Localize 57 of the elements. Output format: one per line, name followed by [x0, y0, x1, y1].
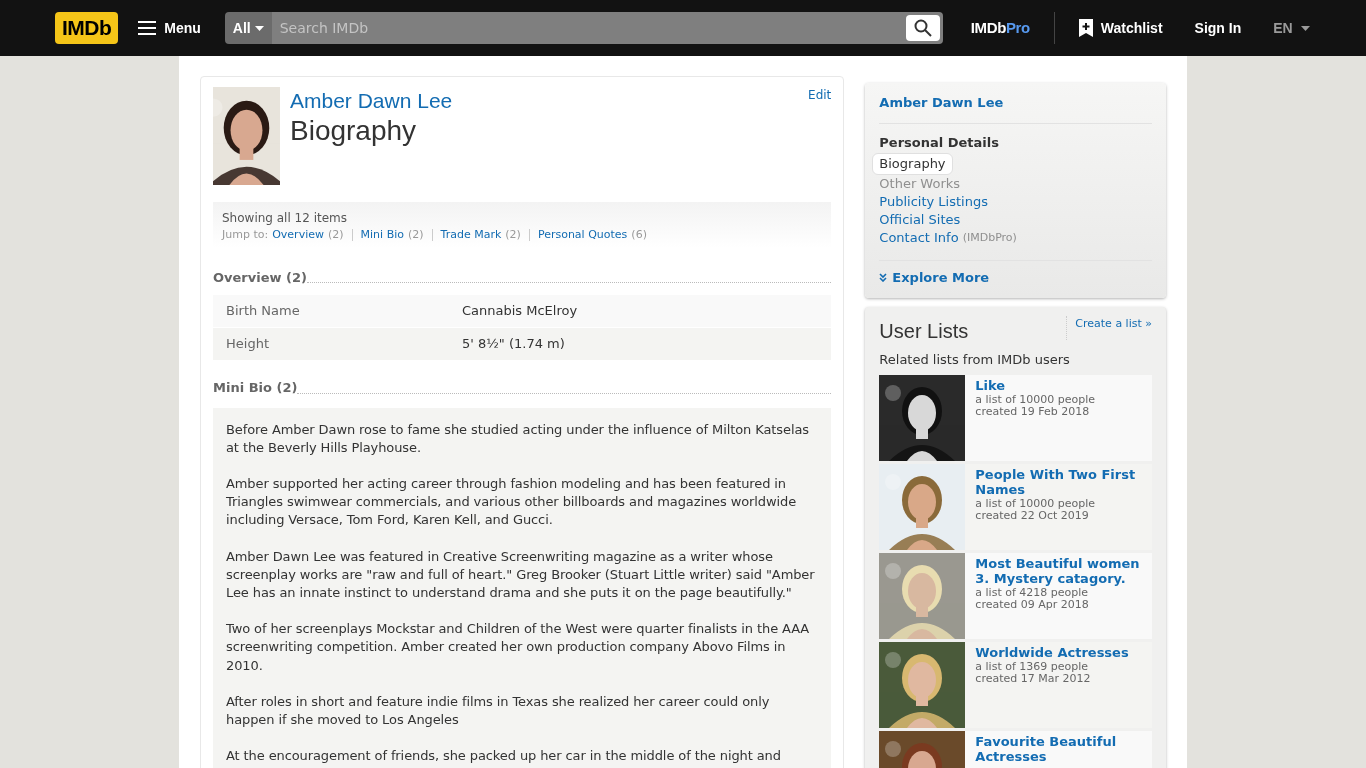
- jump-count: (2): [327, 227, 344, 243]
- sidebar-section-title: Personal Details: [879, 133, 1000, 152]
- list-created: created 19 Feb 2018: [975, 406, 1091, 418]
- name-link[interactable]: Amber Dawn Lee: [290, 88, 809, 114]
- search-field[interactable]: Search IMDb: [271, 12, 903, 44]
- page-title: Biography: [290, 114, 418, 148]
- list-title[interactable]: Most Beautiful women 3. Mystery catagory.: [975, 556, 1148, 586]
- list-created: created 09 Apr 2018: [975, 599, 1090, 611]
- user-lists-subtitle: Related lists from IMDb users: [879, 350, 1071, 369]
- jump-label: Jump to:: [222, 227, 269, 243]
- list-title[interactable]: People With Two First Names: [975, 467, 1148, 497]
- bio-paragraph: Two of her screenplays Mockstar and Children of the West were quarter finalists in the AAA screenwriting competition. Amber created her own production company Abovo Films in 2010.: [226, 620, 811, 675]
- detail-value: Cannabis McElroy: [462, 302, 578, 321]
- list-title[interactable]: Worldwide Actresses: [975, 645, 1129, 660]
- sidebar-link[interactable]: Biography: [872, 153, 953, 175]
- bio-paragraph: Before Amber Dawn rose to fame she studied acting under the influence of Milton Katselas at the Beverly Hills Playhouse.: [226, 420, 810, 457]
- detail-label: Height: [225, 335, 270, 354]
- imdbpro-link[interactable]: IMDbPro: [970, 16, 1030, 40]
- jump-count: (2): [505, 227, 521, 243]
- logo[interactable]: IMDb: [55, 12, 119, 44]
- jump-count: (6): [631, 227, 647, 243]
- sidebar-link[interactable]: Official Sites: [879, 211, 961, 229]
- explore-more-link[interactable]: Explore More: [879, 268, 1152, 288]
- jump-link[interactable]: Trade Mark: [440, 227, 502, 244]
- create-list-link[interactable]: Create a list »: [1066, 315, 1152, 340]
- search-scope-dropdown[interactable]: All: [224, 12, 272, 44]
- watchlist-button[interactable]: Watchlist: [1078, 17, 1163, 39]
- list-size: a list of 4218 people: [975, 587, 1090, 599]
- bio-paragraph: Amber Dawn Lee was featured in Creative Screenwriting magazine as a writer whose screenplay works are "raw and full of heart." Greg Brooker (Stuart Little writer) said "Amber Lee has an innate instinct to understand drama and she puts it on the page beautifully.": [226, 547, 816, 602]
- list-created: created 22 Oct 2019: [975, 510, 1090, 522]
- sidebar-link[interactable]: Contact Info: [879, 229, 959, 247]
- jump-link[interactable]: Overview: [272, 227, 324, 244]
- list-title[interactable]: Like: [975, 378, 1096, 393]
- jump-link[interactable]: Personal Quotes: [537, 227, 628, 244]
- language-dropdown[interactable]: EN: [1273, 17, 1310, 39]
- section-heading: Mini Bio (2): [213, 379, 298, 397]
- bio-paragraph: At the encouragement of friends, she packed up her car in the middle of the night and: [226, 747, 782, 766]
- sidebar-name-link[interactable]: Amber Dawn Lee: [879, 93, 1152, 124]
- user-lists-title: User Lists: [879, 318, 969, 344]
- list-size: a list of 1369 people: [975, 661, 1090, 673]
- bio-paragraph: Amber supported her acting career through fashion modeling and has been featured in Triangles swimwear commercials, and various other billboards and magazines worldwide including Versace, Tom Ford, Karen Kell, and Gucci.: [226, 474, 798, 530]
- jump-count: (2): [407, 227, 424, 243]
- detail-label: Birth Name: [225, 302, 301, 321]
- sidebar-link[interactable]: Publicity Listings: [879, 193, 988, 211]
- menu-button[interactable]: Menu: [138, 17, 201, 39]
- bio-paragraph: After roles in short and feature indie films in Texas she realized her career could only happen if she moved to Los Angeles: [226, 692, 771, 729]
- items-count: Showing all 12 items: [222, 210, 349, 227]
- sign-in-button[interactable]: Sign In: [1194, 17, 1242, 39]
- detail-value: 5' 8½" (1.74 m): [462, 335, 565, 354]
- section-heading: Overview (2): [213, 268, 307, 287]
- list-size: a list of 10000 people: [975, 498, 1097, 510]
- list-size: a list of 10000 people: [975, 394, 1096, 406]
- list-created: created 17 Mar 2012: [975, 673, 1092, 685]
- edit-link[interactable]: Edit: [808, 86, 832, 104]
- link-note: (IMDbPro): [962, 229, 1017, 246]
- jump-link[interactable]: Mini Bio: [360, 227, 404, 244]
- list-title[interactable]: Favourite Beautiful Actresses: [975, 734, 1148, 764]
